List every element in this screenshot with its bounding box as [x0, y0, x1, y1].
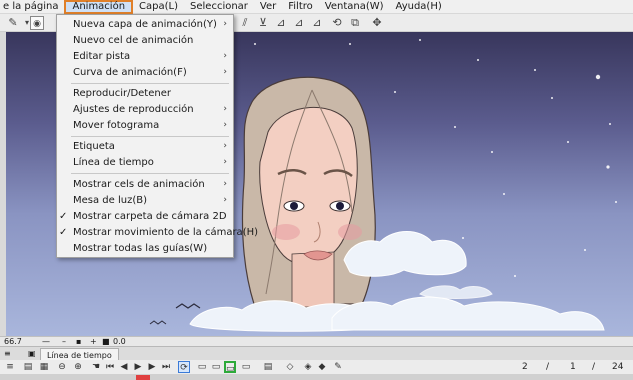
chevron-right-icon: ›: [223, 157, 227, 167]
rotate-icon[interactable]: ⟲: [330, 16, 344, 30]
menu-item-label: Mostrar cels de animación: [73, 179, 205, 190]
chevron-right-icon: ›: [223, 179, 227, 189]
keyframe-add-icon[interactable]: ◈: [302, 361, 314, 373]
move-icon[interactable]: ✥: [370, 16, 384, 30]
menu-item-label: Mostrar carpeta de cámara 2D: [73, 211, 227, 222]
check-ruler-icon[interactable]: ⊻: [256, 16, 270, 30]
timeline-track-strip[interactable]: [0, 374, 633, 380]
menu-item-carpeta-camara[interactable]: ✓ Mostrar carpeta de cámara 2D: [57, 209, 233, 224]
menu-item-label: Editar pista: [73, 51, 131, 62]
menu-item-linea-tiempo[interactable]: Línea de tiempo ›: [57, 155, 233, 170]
menu-icon[interactable]: ≡: [4, 347, 11, 360]
menu-item-label: Ajustes de reproducción: [73, 104, 194, 115]
chevron-right-icon: ›: [223, 141, 227, 151]
timeline-menu-icon[interactable]: ≡: [4, 361, 16, 373]
menu-item-label: Línea de tiempo: [73, 157, 154, 168]
menu-filtro[interactable]: Filtro: [282, 0, 319, 14]
menu-item-mesa-luz[interactable]: Mesa de luz(B) ›: [57, 193, 233, 208]
cel-specify-icon[interactable]: ▭: [240, 361, 252, 373]
current-frame[interactable]: 2: [522, 361, 528, 373]
chevron-right-icon: ›: [223, 195, 227, 205]
hand-icon[interactable]: ☚: [90, 361, 102, 373]
menu-item-movimiento-camara[interactable]: ✓ Mostrar movimiento de la cámara(H): [57, 225, 258, 240]
chevron-right-icon: ›: [223, 120, 227, 130]
keyframe-remove-icon[interactable]: ◆: [316, 361, 328, 373]
menu-item-mover-fotograma[interactable]: Mover fotograma ›: [57, 118, 233, 133]
pen-line-icon[interactable]: ⊿: [310, 16, 324, 30]
chevron-right-icon: ›: [223, 51, 227, 61]
keyframe-icon[interactable]: ◇: [284, 361, 296, 373]
layer-icon[interactable]: ▤: [262, 361, 274, 373]
chevron-right-icon: ›: [223, 104, 227, 114]
playhead-marker[interactable]: [136, 375, 150, 380]
zoom-out-icon[interactable]: ⊖: [56, 361, 68, 373]
menu-item-label: Curva de animación(F): [73, 67, 187, 78]
menu-item-mostrar-guias[interactable]: Mostrar todas las guías(W): [57, 241, 233, 256]
panel-icon[interactable]: ▣: [28, 347, 36, 360]
menu-item-label: Mover fotograma: [73, 120, 160, 131]
menu-item-label: Mostrar todas las guías(W): [73, 243, 208, 254]
frame-divider-icon: /: [546, 362, 550, 372]
chevron-right-icon: ›: [223, 19, 227, 29]
menu-capa[interactable]: Capa(L): [133, 0, 184, 14]
zoom-in-icon[interactable]: ⊕: [72, 361, 84, 373]
frame-divider-icon: /: [592, 362, 596, 372]
menu-item-mostrar-cels[interactable]: Mostrar cels de animación ›: [57, 177, 233, 192]
pen-ruler-icon[interactable]: ⊿: [274, 16, 288, 30]
status-bar: 66.7 — – ▪ + ■ 0.0: [0, 336, 633, 346]
menu-item-ajustes-reproduccion[interactable]: Ajustes de reproducción ›: [57, 102, 233, 117]
menu-item-label: Nueva capa de animación(Y): [73, 19, 217, 30]
prev-frame-button[interactable]: ◀: [118, 361, 130, 373]
menu-separator: [71, 83, 229, 84]
menu-item-reproducir[interactable]: Reproducir/Detener: [57, 86, 233, 101]
start-frame[interactable]: 1: [570, 361, 576, 373]
loop-button[interactable]: ⟳: [178, 361, 190, 373]
last-frame-button[interactable]: ⏭: [160, 361, 172, 373]
timeline-palette-header: ≡ ▣ Línea de tiempo: [0, 346, 633, 360]
animation-menu: Nueva capa de animación(Y) › Nuevo cel d…: [56, 14, 258, 258]
menu-pagina[interactable]: e la página: [0, 0, 64, 14]
menu-separator: [71, 136, 229, 137]
menu-seleccionar[interactable]: Seleccionar: [184, 0, 254, 14]
ruler-icon[interactable]: ⫽: [238, 16, 252, 30]
menu-ayuda[interactable]: Ayuda(H): [390, 0, 448, 14]
chevron-right-icon: ›: [223, 67, 227, 77]
menu-animacion[interactable]: Animación: [64, 0, 134, 14]
menu-item-editar-pista[interactable]: Editar pista ›: [57, 49, 233, 64]
menu-bar: e la página Animación Capa(L) Selecciona…: [0, 0, 633, 14]
tab-label: Línea de tiempo: [47, 351, 112, 360]
timeline-list-icon[interactable]: ▤: [22, 361, 34, 373]
next-frame-button[interactable]: ▶: [146, 361, 158, 373]
menu-item-nueva-capa[interactable]: Nueva capa de animación(Y) ›: [57, 17, 233, 32]
checkmark-icon: ✓: [59, 211, 68, 222]
cel-icon[interactable]: ▭: [210, 361, 222, 373]
menu-item-etiqueta[interactable]: Etiqueta ›: [57, 139, 233, 154]
left-panel-edge: [0, 32, 6, 336]
menu-item-label: Mostrar movimiento de la cámara(H): [73, 227, 259, 238]
menu-item-label: Mesa de luz(B): [73, 195, 148, 206]
checkmark-icon: ✓: [59, 227, 68, 238]
pen-tool-icon[interactable]: ⊿: [292, 16, 306, 30]
menu-item-label: Etiqueta: [73, 141, 115, 152]
timeline-grid-icon[interactable]: ▦: [38, 361, 50, 373]
crop-icon[interactable]: ⧉: [348, 16, 362, 30]
menu-item-label: Nuevo cel de animación: [73, 35, 194, 46]
first-frame-button[interactable]: ⏮: [104, 361, 116, 373]
timeline-controls: ≡ ▤ ▦ ⊖ ⊕ ☚ ⏮ ◀ ▶ ▶ ⏭ ⟳ ▭ ▭ ▭ ▭ ▤ ◇ ◈ ◆ …: [0, 360, 633, 374]
menu-ver[interactable]: Ver: [254, 0, 282, 14]
menu-item-label: Reproducir/Detener: [73, 88, 171, 99]
brush-icon[interactable]: ✎: [6, 16, 20, 30]
tab-timeline[interactable]: Línea de tiempo: [40, 348, 119, 360]
menu-ventana[interactable]: Ventana(W): [319, 0, 390, 14]
onion-skin-button[interactable]: ▭: [224, 361, 236, 374]
play-button[interactable]: ▶: [132, 361, 144, 373]
menu-item-nuevo-cel[interactable]: Nuevo cel de animación: [57, 33, 233, 48]
new-cel-icon[interactable]: ▭: [196, 361, 208, 373]
pencil-icon[interactable]: ✎: [332, 361, 344, 373]
eye-icon[interactable]: ◉: [30, 16, 44, 30]
menu-item-curva[interactable]: Curva de animación(F) ›: [57, 65, 233, 80]
end-frame[interactable]: 24: [612, 361, 623, 373]
menu-separator: [71, 173, 229, 174]
